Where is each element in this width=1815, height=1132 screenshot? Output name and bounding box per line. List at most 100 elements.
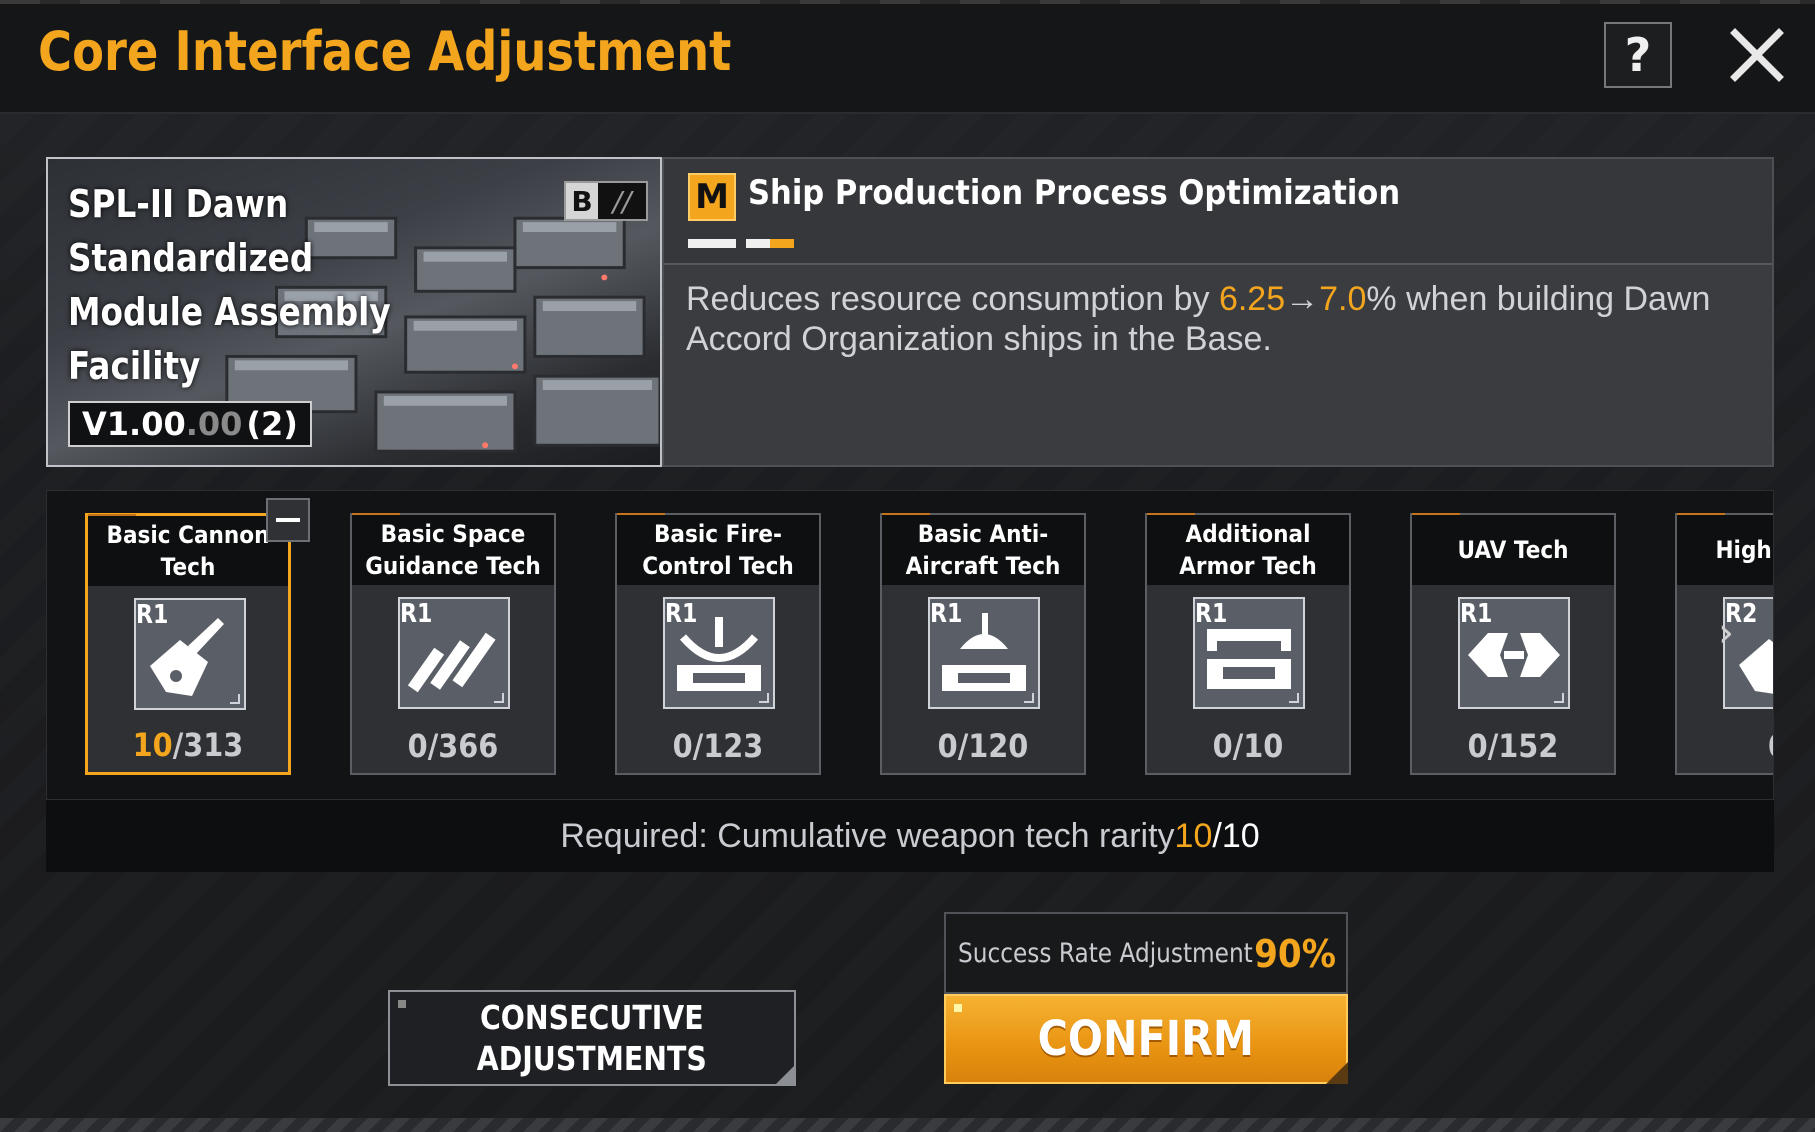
requirement-bar: Required: Cumulative weapon tech rarity … [46, 800, 1774, 872]
module-image: SPL-II Dawn Standardized Module Assembly… [46, 157, 662, 467]
bottom-stripe [0, 1118, 1815, 1132]
effect-tier-badge: M [688, 173, 736, 221]
tech-count: 0/123 [627, 727, 809, 765]
version-minor: .00 [185, 405, 243, 443]
effect-arrow: → [1285, 280, 1320, 318]
tech-count-max: /313 [172, 726, 244, 764]
effect-panel: M Ship Production Process Optimization R… [662, 157, 1774, 467]
question-icon: ? [1624, 28, 1652, 82]
remove-tech-button[interactable] [266, 498, 310, 542]
version-count: (2) [246, 405, 298, 443]
effect-level-pips [688, 239, 794, 248]
page-title: Core Interface Adjustment [38, 20, 732, 83]
tech-name-bar: Basic Anti-Aircraft Tech [882, 515, 1084, 585]
tech-name: High Cann [1715, 536, 1773, 564]
tech-count-max: /152 [1487, 727, 1559, 765]
grade-badge: B // [564, 181, 648, 221]
success-rate-box: Success Rate Adjustment 90% [944, 912, 1348, 994]
tech-count-current: 0 [937, 727, 958, 765]
version-main: V1.00 [82, 405, 186, 443]
consecutive-adjustments-label: CONSECUTIVE ADJUSTMENTS [476, 998, 708, 1078]
tech-icon-frame: R1 [1193, 597, 1305, 709]
tech-name: Basic Space Guidance Tech [365, 520, 541, 580]
tech-name-bar: Basic Cannon Tech [88, 516, 288, 586]
tech-count: 0/120 [892, 727, 1074, 765]
tech-icon-frame: R1 [928, 597, 1040, 709]
button-notch [776, 1066, 794, 1084]
level-pip [688, 239, 736, 248]
frame-corner [1024, 693, 1034, 703]
effect-header: M Ship Production Process Optimization [664, 159, 1772, 265]
module-name: SPL-II Dawn Standardized Module Assembly… [68, 182, 391, 388]
close-button[interactable] [1722, 22, 1792, 88]
consecutive-adjustments-button[interactable]: CONSECUTIVE ADJUSTMENTS [388, 990, 796, 1086]
tech-card[interactable]: Basic Space Guidance Tech R1 0/366 [350, 513, 556, 775]
frame-corner [494, 693, 504, 703]
confirm-label: CONFIRM [1037, 1011, 1255, 1067]
close-icon [1730, 28, 1784, 82]
tech-count-current: 0 [672, 727, 693, 765]
success-rate-value: 90% [1254, 932, 1336, 976]
button-notch [1326, 1062, 1348, 1084]
level-pip [746, 239, 794, 248]
tech-count-max: /366 [427, 727, 499, 765]
tech-card[interactable]: Basic Anti-Aircraft Tech R1 0/120 [880, 513, 1086, 775]
tech-icon-frame: R1 [1458, 597, 1570, 709]
confirm-button[interactable]: CONFIRM [944, 994, 1348, 1084]
scroll-right-arrow-icon[interactable]: › [1718, 610, 1734, 656]
tech-name: Additional Armor Tech [1179, 520, 1317, 580]
tech-count-max: /10 [1232, 727, 1284, 765]
tech-count-max: /123 [692, 727, 764, 765]
tech-icon-frame: R1 [134, 598, 246, 710]
tech-rank: R1 [136, 600, 169, 630]
effect-desc-prefix: Reduces resource consumption by [686, 280, 1219, 318]
help-button[interactable]: ? [1604, 22, 1672, 88]
tech-card[interactable]: Basic Cannon Tech R1 10/313 [85, 513, 291, 775]
button-dot [954, 1004, 962, 1012]
tech-name: UAV Tech [1457, 536, 1569, 564]
tech-count: 0/10 [1157, 727, 1339, 765]
tech-count: 10/313 [98, 726, 278, 764]
requirement-label: Required: Cumulative weapon tech rarity [560, 816, 1175, 855]
requirement-max: /10 [1212, 816, 1260, 855]
minus-icon [276, 518, 300, 522]
effect-value-to: 7.0 [1319, 280, 1367, 318]
tech-name: Basic Cannon Tech [106, 521, 270, 581]
tech-name-bar: High Cann [1677, 515, 1773, 585]
requirement-current: 10 [1174, 816, 1213, 855]
version-badge: V1.00.00 (2) [68, 401, 312, 447]
tech-icon-frame: R1 [398, 597, 510, 709]
effect-description: Reduces resource consumption by 6.25→7.0… [686, 279, 1746, 359]
tech-card[interactable]: UAV Tech R1 0/152 [1410, 513, 1616, 775]
tech-name-bar: Basic Space Guidance Tech [352, 515, 554, 585]
effect-title: Ship Production Process Optimization [748, 173, 1401, 213]
tech-rank: R1 [930, 599, 963, 629]
tech-count-current: 0 [1212, 727, 1233, 765]
tech-icon-frame: R1 [663, 597, 775, 709]
success-rate-label: Success Rate Adjustment [958, 938, 1253, 969]
tech-name-bar: Basic Fire-Control Tech [617, 515, 819, 585]
tech-count-current: 10 [132, 726, 173, 764]
frame-corner [759, 693, 769, 703]
frame-corner [230, 694, 240, 704]
tech-rank: R1 [665, 599, 698, 629]
tech-name: Basic Fire-Control Tech [642, 520, 794, 580]
tech-name-bar: UAV Tech [1412, 515, 1614, 585]
tech-count: 0/366 [362, 727, 544, 765]
grade-letter: B [566, 183, 598, 219]
tech-name-bar: Additional Armor Tech [1147, 515, 1349, 585]
button-dot [398, 1000, 406, 1008]
tech-rank: R1 [1195, 599, 1228, 629]
tech-count-current: 0 [1768, 727, 1773, 765]
tech-name: Basic Anti-Aircraft Tech [905, 520, 1061, 580]
tech-rank: R1 [400, 599, 433, 629]
tech-rank: R1 [1460, 599, 1493, 629]
tech-count-current: 0 [407, 727, 428, 765]
frame-corner [1289, 693, 1299, 703]
header-bar: Core Interface Adjustment ? [0, 0, 1815, 114]
tech-count-current: 0 [1467, 727, 1488, 765]
tech-card[interactable]: Additional Armor Tech R1 0/10 [1145, 513, 1351, 775]
tech-count: 0/152 [1422, 727, 1604, 765]
tech-card[interactable]: Basic Fire-Control Tech R1 0/123 [615, 513, 821, 775]
window: Core Interface Adjustment ? SPL-II Dawn … [0, 0, 1815, 1132]
